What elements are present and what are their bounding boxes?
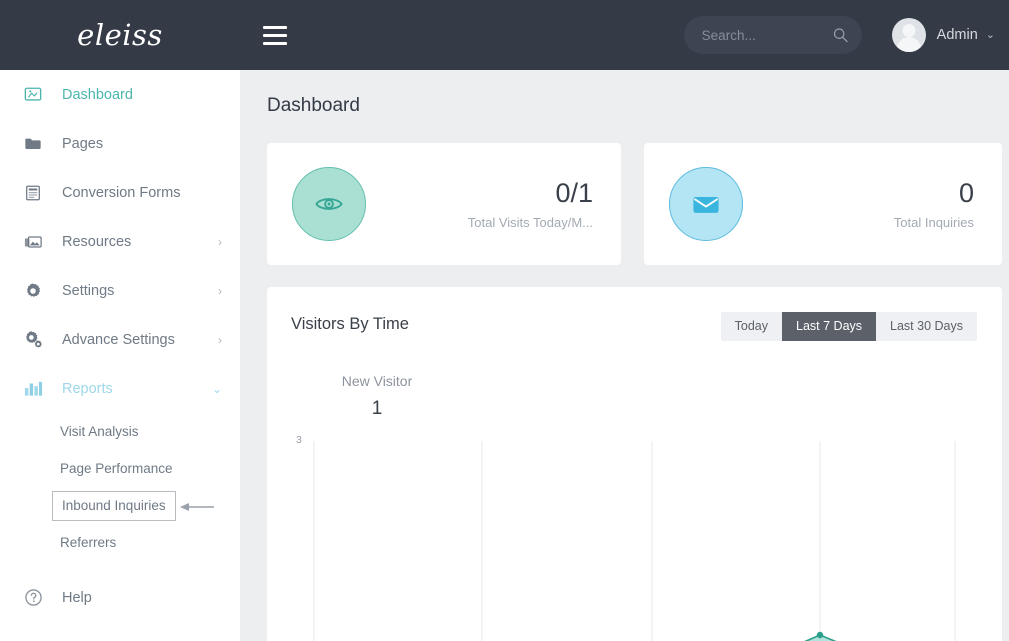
gears-icon [22, 329, 44, 351]
sidebar: Dashboard Pages Conversion Forms Resourc… [0, 70, 240, 641]
sidebar-item-label: Conversion Forms [62, 184, 181, 201]
search-icon[interactable] [833, 28, 848, 43]
top-bar-right: Admin ⌄ [683, 16, 1009, 54]
stat-text-group: 0/1 Total Visits Today/M... [468, 178, 621, 230]
form-icon [22, 182, 44, 204]
sidebar-item-dashboard[interactable]: Dashboard [0, 70, 240, 119]
sidebar-subitem-referrers[interactable]: Referrers [0, 524, 240, 561]
dashboard-icon [22, 84, 44, 106]
sidebar-item-reports[interactable]: Reports ⌄ [0, 364, 240, 413]
stat-label: Total Visits Today/M... [467, 215, 593, 231]
stat-card-total-visits[interactable]: 0/1 Total Visits Today/M... [267, 143, 621, 265]
folder-icon [22, 133, 44, 155]
search-box[interactable] [683, 16, 862, 54]
sidebar-item-help[interactable]: Help [0, 573, 240, 622]
sidebar-subitem-page-performance[interactable]: Page Performance [0, 450, 240, 487]
sidebar-subitem-inbound-inquiries[interactable]: Inbound Inquiries [0, 487, 240, 524]
series-name: New Visitor [341, 373, 413, 389]
bar-chart-icon [22, 378, 44, 400]
range-button-today[interactable]: Today [720, 312, 783, 341]
stat-card-total-inquiries[interactable]: 0 Total Inquiries [644, 143, 1002, 265]
images-icon [22, 231, 44, 253]
left-arrow-icon [180, 500, 214, 511]
sidebar-item-label: Settings [62, 282, 115, 299]
sidebar-item-label: Resources [62, 233, 132, 250]
sidebar-item-label: Dashboard [62, 86, 133, 103]
chart-svg [313, 441, 956, 641]
sidebar-subitem-label: Page Performance [60, 461, 173, 476]
sidebar-item-label: Advance Settings [62, 331, 175, 348]
user-menu[interactable]: Admin ⌄ [891, 18, 995, 52]
sidebar-item-label: Reports [62, 380, 113, 397]
sidebar-item-advance-settings[interactable]: Advance Settings › [0, 315, 240, 364]
chevron-right-icon[interactable]: › [218, 334, 222, 346]
hamburger-bar [263, 25, 287, 29]
page-title: Dashboard [267, 95, 360, 116]
envelope-icon [669, 167, 743, 241]
brand-name: eleiss [77, 18, 163, 52]
user-name: Admin [936, 27, 978, 43]
chevron-right-icon[interactable]: › [218, 236, 222, 248]
visitors-by-time-panel: Visitors By Time Today Last 7 Days Last … [267, 287, 1002, 641]
stat-label: Total Inquiries [893, 215, 974, 231]
sidebar-item-settings[interactable]: Settings › [0, 266, 240, 315]
sidebar-item-label: Pages [62, 135, 104, 152]
series-value: 1 [371, 398, 383, 419]
hamburger-icon[interactable] [258, 18, 292, 52]
visitors-chart[interactable]: 3 [267, 425, 1002, 641]
main-content: Dashboard 0/1 Total Visits Today/M... 0 … [240, 70, 1009, 641]
sidebar-subitem-label: Referrers [60, 535, 117, 550]
top-bar: eleiss Admin ⌄ [0, 0, 1009, 70]
hamburger-bar [263, 33, 287, 37]
range-button-last-7-days[interactable]: Last 7 Days [782, 312, 877, 341]
sidebar-item-resources[interactable]: Resources › [0, 217, 240, 266]
range-button-last-30-days[interactable]: Last 30 Days [876, 312, 977, 341]
panel-title: Visitors By Time [291, 315, 409, 333]
sidebar-subitem-visit-analysis[interactable]: Visit Analysis [0, 413, 240, 450]
eye-icon [292, 167, 366, 241]
help-circle-icon [22, 587, 44, 609]
stat-text-group: 0 Total Inquiries [894, 178, 1002, 230]
chart-series-summary: New Visitor 1 [267, 373, 487, 420]
sidebar-subitem-label: Visit Analysis [60, 424, 139, 439]
brand-logo[interactable]: eleiss [0, 0, 240, 70]
sidebar-subitem-label: Inbound Inquiries [52, 490, 176, 521]
hamburger-bar [263, 41, 287, 45]
chevron-down-icon[interactable]: ⌄ [986, 29, 995, 41]
gear-icon [22, 280, 44, 302]
time-range-button-group: Today Last 7 Days Last 30 Days [720, 312, 977, 341]
stat-value: 0 [958, 177, 974, 208]
sidebar-item-conversion-forms[interactable]: Conversion Forms [0, 168, 240, 217]
avatar [891, 18, 926, 52]
stat-value: 0/1 [555, 177, 593, 208]
chevron-right-icon[interactable]: › [218, 285, 222, 297]
sidebar-item-label: Help [62, 589, 92, 606]
chevron-down-icon[interactable]: ⌄ [212, 383, 222, 395]
sidebar-item-pages[interactable]: Pages [0, 119, 240, 168]
